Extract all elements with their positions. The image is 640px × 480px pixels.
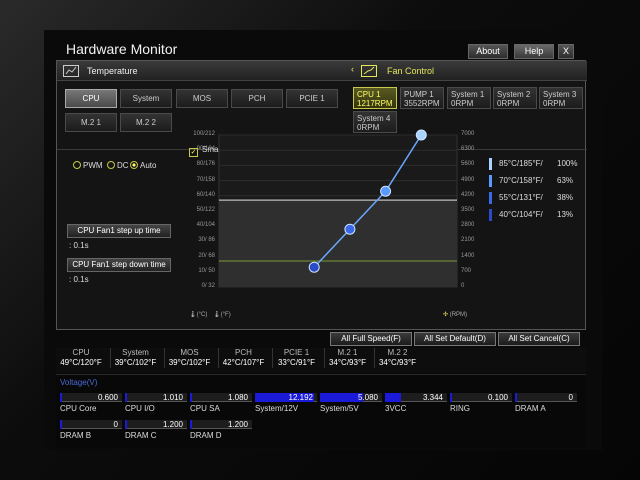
temp-readout: M.2 2 34°C/93°F: [374, 348, 420, 368]
unit-celsius-label: 🌡(°C) 🌡(°F): [189, 312, 231, 318]
fan-curve-point[interactable]: [308, 261, 320, 273]
voltage-label: DRAM D: [190, 431, 222, 440]
voltage-value: 1.010: [162, 393, 183, 402]
voltage-title: Voltage(V): [60, 378, 98, 387]
right-axis-tick: 0: [461, 283, 465, 289]
all-set-cancel-button[interactable]: All Set Cancel(C): [498, 332, 580, 346]
voltage-bar-fill: [125, 420, 127, 429]
voltage-bar-fill: [190, 420, 192, 429]
voltage-bar: 3.344: [385, 393, 447, 402]
voltage-value: 0: [568, 393, 573, 402]
right-axis-tick: 6300: [461, 146, 475, 153]
voltage-bar-fill: [60, 393, 62, 402]
right-axis-tick: 2800: [461, 222, 475, 229]
all-full-speed-button[interactable]: All Full Speed(F): [330, 332, 412, 346]
voltage-bar: 1.080: [190, 393, 252, 402]
voltage-panel: Voltage(V) 0.600 CPU Core 1.010 CPU I/O 1.08…: [56, 374, 586, 448]
voltage-bar-fill: [450, 393, 452, 402]
voltage-value: 5.080: [357, 393, 378, 402]
voltage-bar-fill: [190, 393, 192, 402]
voltage-label: System/5V: [320, 404, 359, 413]
voltage-bar: 0: [60, 420, 122, 429]
voltage-bar: 0.600: [60, 393, 122, 402]
temp-readout: System 39°C/102°F: [110, 348, 160, 368]
fan-icon: ✣: [443, 312, 449, 318]
voltage-label: DRAM B: [60, 431, 92, 440]
all-set-default-button[interactable]: All Set Default(D): [414, 332, 496, 346]
about-button[interactable]: About: [468, 44, 508, 59]
voltage-value: 12.192: [288, 393, 313, 402]
voltage-label: CPU I/O: [125, 404, 155, 413]
right-axis-tick: 700: [461, 267, 472, 274]
fan-curve-point[interactable]: [344, 223, 356, 235]
legend-swatch: [489, 209, 492, 221]
voltage-bar: 1.200: [125, 420, 187, 429]
chart-rpm-fill: [219, 200, 457, 287]
voltage-bar: 0.100: [450, 393, 512, 402]
left-axis-tick: 70/158: [196, 176, 215, 183]
left-axis-tick: 20/ 68: [198, 252, 215, 259]
voltage-label: System/12V: [255, 404, 299, 413]
voltage-bar-fill: [385, 393, 401, 402]
voltage-value: 0.100: [487, 393, 508, 402]
thermometer-icon: 🌡: [213, 312, 221, 318]
unit-rpm-label: ✣ (RPM): [443, 312, 468, 318]
left-axis-tick: 60/140: [196, 191, 215, 198]
right-axis-tick: 4200: [461, 191, 475, 198]
temp-readout: MOS 39°C/102°F: [164, 348, 214, 368]
right-axis-tick: 3500: [461, 207, 475, 213]
thermometer-icon: 🌡: [189, 312, 197, 318]
voltage-label: RING: [450, 404, 470, 413]
voltage-label: DRAM C: [125, 431, 157, 440]
voltage-bar: 5.080: [320, 393, 382, 402]
help-button[interactable]: Help: [514, 44, 554, 59]
voltage-label: CPU SA: [190, 404, 220, 413]
voltage-bar: 1.010: [125, 393, 187, 402]
right-axis-tick: 7000: [461, 131, 475, 137]
temp-readout: PCIE 1 33°C/91°F: [272, 348, 320, 368]
legend-swatch: [489, 192, 492, 204]
right-axis-tick: 5600: [461, 161, 475, 168]
legend-swatch: [489, 158, 492, 170]
voltage-value: 1.200: [227, 420, 248, 429]
left-axis-tick: 50/122: [196, 207, 215, 213]
voltage-value: 1.200: [162, 420, 183, 429]
voltage-value: 0: [113, 420, 118, 429]
legend-swatch: [489, 175, 492, 187]
right-axis-tick: 2100: [461, 237, 475, 244]
left-axis-tick: 30/ 86: [198, 237, 215, 244]
voltage-bar-fill: [320, 393, 364, 402]
right-axis-tick: 4900: [461, 176, 475, 183]
fan-curve-point[interactable]: [380, 185, 392, 197]
voltage-bar: 12.192: [255, 393, 317, 402]
left-axis-tick: 0/ 32: [201, 283, 215, 289]
voltage-label: 3VCC: [385, 404, 407, 413]
left-axis-tick: 100/212: [193, 131, 215, 137]
voltage-label: CPU Core: [60, 404, 97, 413]
temp-readout: PCH 42°C/107°F: [218, 348, 268, 368]
left-axis-tick: 90/194: [196, 146, 215, 153]
left-axis-tick: 10/ 50: [198, 267, 215, 274]
left-axis-tick: 40/104: [196, 222, 215, 229]
left-axis-tick: 80/176: [196, 161, 215, 168]
voltage-bar: 0: [515, 393, 577, 402]
voltage-bar-fill: [60, 420, 62, 429]
voltage-bar-fill: [515, 393, 517, 402]
main-panel: Temperature ‹ Fan Control CPU System MOS…: [56, 60, 587, 330]
bios-screen: Hardware Monitor About Help X Temperatur…: [44, 30, 602, 450]
voltage-bar-fill: [125, 393, 127, 402]
voltage-value: 0.600: [97, 393, 118, 402]
right-axis-tick: 1400: [461, 252, 475, 259]
page-title: Hardware Monitor: [66, 41, 178, 57]
temp-readout: M.2 1 34°C/93°F: [324, 348, 370, 368]
voltage-bar: 1.200: [190, 420, 252, 429]
voltage-value: 3.344: [422, 393, 443, 402]
close-button[interactable]: X: [558, 44, 574, 59]
voltage-value: 1.080: [227, 393, 248, 402]
voltage-label: DRAM A: [515, 404, 546, 413]
temp-readout: CPU 49°C/120°F: [60, 348, 102, 367]
fan-curve-point[interactable]: [415, 129, 427, 141]
temperature-strip: CPU 49°C/120°F System 39°C/102°F MOS 39°C/1…: [56, 348, 586, 372]
